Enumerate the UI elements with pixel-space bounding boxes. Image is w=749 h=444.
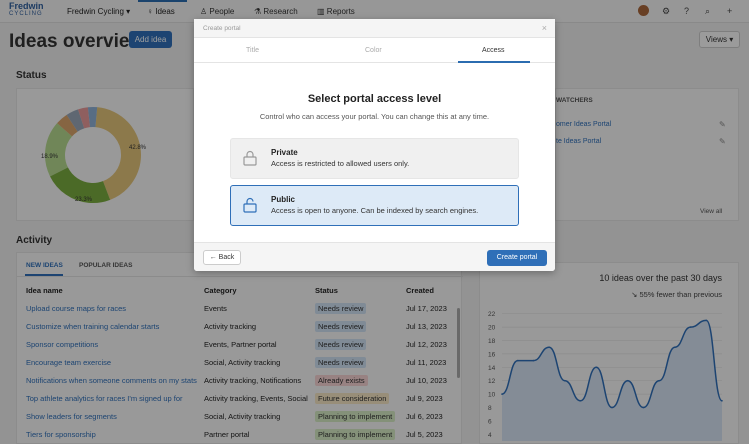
private-label: Private (271, 148, 298, 157)
tab-access[interactable]: Access (482, 47, 505, 54)
modal-subheading: Control who can access your portal. You … (259, 112, 490, 121)
tab-color[interactable]: Color (365, 47, 382, 54)
tab-title[interactable]: Title (246, 47, 259, 54)
back-button[interactable]: ← Back (203, 250, 241, 265)
private-option[interactable]: Private Access is restricted to allowed … (230, 138, 519, 179)
public-label: Public (271, 195, 296, 204)
public-option[interactable]: Public Access is open to anyone. Can be … (230, 185, 519, 226)
public-description: Access is open to anyone. Can be indexed… (271, 206, 479, 215)
unlock-icon (243, 197, 257, 213)
modal-footer: ← Back Create portal (194, 242, 555, 271)
create-portal-button[interactable]: Create portal (487, 250, 547, 266)
modal-header: Create portal × (194, 19, 555, 38)
active-tab-indicator (458, 61, 530, 63)
private-description: Access is restricted to allowed users on… (271, 159, 410, 168)
modal-tabs: Title Color Access (194, 39, 555, 63)
modal-title: Create portal (203, 25, 241, 32)
lock-icon (243, 150, 257, 166)
create-portal-modal: Create portal × Title Color Access Selec… (194, 19, 555, 271)
close-icon[interactable]: × (542, 23, 547, 33)
modal-heading: Select portal access level (307, 93, 442, 105)
